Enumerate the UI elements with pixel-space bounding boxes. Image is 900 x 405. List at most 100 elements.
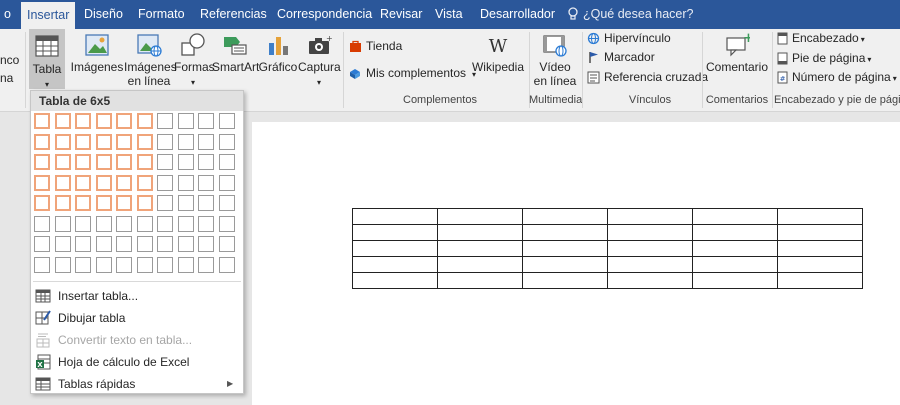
table-grid-cell[interactable] xyxy=(177,256,194,273)
table-grid-cell[interactable] xyxy=(75,174,91,191)
menu-item-insertar-tabla[interactable]: Insertar tabla... xyxy=(31,285,243,307)
table-grid-cell[interactable] xyxy=(54,236,71,252)
table-cell[interactable] xyxy=(777,272,863,289)
table-grid-cell[interactable] xyxy=(75,133,91,150)
tab-vista[interactable]: Vista xyxy=(435,0,463,29)
table-grid-cell[interactable] xyxy=(218,236,235,252)
table-grid-cell[interactable] xyxy=(177,133,194,150)
smartart-button[interactable]: SmartArt xyxy=(212,33,259,74)
table-grid-cell[interactable] xyxy=(218,154,235,170)
table-grid-cell[interactable] xyxy=(34,256,50,273)
table-grid-cell[interactable] xyxy=(218,215,235,232)
table-cell[interactable] xyxy=(522,272,608,289)
table-grid-cell[interactable] xyxy=(157,236,173,252)
table-grid-cell[interactable] xyxy=(75,154,91,170)
table-cell[interactable] xyxy=(522,240,608,257)
table-cell[interactable] xyxy=(352,256,438,273)
table-grid-cell[interactable] xyxy=(198,236,214,252)
tab-archivo[interactable]: o xyxy=(4,0,11,29)
table-cell[interactable] xyxy=(777,256,863,273)
table-grid-cell[interactable] xyxy=(116,174,132,191)
tab-desarrollador[interactable]: Desarrollador xyxy=(480,0,555,29)
table-cell[interactable] xyxy=(522,208,608,225)
table-grid-cell[interactable] xyxy=(157,215,173,232)
table-grid-cell[interactable] xyxy=(157,195,173,211)
table-grid-cell[interactable] xyxy=(34,215,50,232)
table-grid-cell[interactable] xyxy=(136,236,153,252)
table-grid-cell[interactable] xyxy=(95,256,112,273)
table-grid-cell[interactable] xyxy=(116,256,132,273)
table-cell[interactable] xyxy=(352,240,438,257)
table-grid-cell[interactable] xyxy=(95,133,112,150)
table-grid-cell[interactable] xyxy=(177,215,194,232)
mis-complementos-button[interactable]: Mis complementos ▾ xyxy=(349,64,476,82)
table-cell[interactable] xyxy=(777,240,863,257)
table-cell[interactable] xyxy=(352,224,438,241)
table-grid-cell[interactable] xyxy=(116,195,132,211)
table-cell[interactable] xyxy=(692,272,778,289)
table-grid-cell[interactable] xyxy=(54,174,71,191)
table-grid-cell[interactable] xyxy=(116,236,132,252)
table-grid-cell[interactable] xyxy=(136,215,153,232)
table-grid-cell[interactable] xyxy=(136,113,153,129)
table-grid-cell[interactable] xyxy=(116,154,132,170)
table-grid-cell[interactable] xyxy=(95,236,112,252)
table-grid-cell[interactable] xyxy=(136,174,153,191)
table-grid-cell[interactable] xyxy=(218,113,235,129)
table-grid-cell[interactable] xyxy=(34,133,50,150)
marcador-button[interactable]: Marcador xyxy=(587,48,655,66)
table-grid-cell[interactable] xyxy=(177,154,194,170)
tabla-button[interactable]: Tabla ▾ xyxy=(29,29,65,89)
numero-de-pagina-button[interactable]: # Número de página ▾ xyxy=(777,68,897,86)
table-cell[interactable] xyxy=(607,256,693,273)
table-grid-cell[interactable] xyxy=(95,174,112,191)
table-cell[interactable] xyxy=(777,208,863,225)
table-cell[interactable] xyxy=(522,256,608,273)
table-cell[interactable] xyxy=(692,240,778,257)
table-grid-cell[interactable] xyxy=(34,236,50,252)
table-cell[interactable] xyxy=(352,208,438,225)
imagenes-en-linea-button[interactable]: Imágenes en línea xyxy=(124,33,177,88)
table-cell[interactable] xyxy=(607,208,693,225)
table-grid-cell[interactable] xyxy=(54,195,71,211)
table-grid-cell[interactable] xyxy=(157,174,173,191)
tienda-button[interactable]: Tienda xyxy=(349,37,402,55)
table-size-grid[interactable] xyxy=(34,113,240,278)
table-cell[interactable] xyxy=(692,224,778,241)
document-table[interactable] xyxy=(352,208,863,289)
referencia-cruzada-button[interactable]: Referencia cruzada xyxy=(587,68,708,86)
table-grid-cell[interactable] xyxy=(218,174,235,191)
encabezado-button[interactable]: Encabezado ▾ xyxy=(777,29,865,47)
table-grid-cell[interactable] xyxy=(136,195,153,211)
table-grid-cell[interactable] xyxy=(34,195,50,211)
formas-button[interactable]: Formas ▾ xyxy=(174,33,215,90)
table-grid-cell[interactable] xyxy=(95,154,112,170)
table-grid-cell[interactable] xyxy=(34,154,50,170)
tab-insertar[interactable]: Insertar xyxy=(21,2,76,29)
table-grid-cell[interactable] xyxy=(177,113,194,129)
table-grid-cell[interactable] xyxy=(54,154,71,170)
table-grid-cell[interactable] xyxy=(75,256,91,273)
captura-button[interactable]: + Captura ▾ xyxy=(298,33,341,90)
table-grid-cell[interactable] xyxy=(177,236,194,252)
menu-item-hoja-excel[interactable]: X Hoja de cálculo de Excel xyxy=(31,351,243,373)
table-grid-cell[interactable] xyxy=(54,215,71,232)
table-grid-cell[interactable] xyxy=(75,195,91,211)
table-grid-cell[interactable] xyxy=(198,154,214,170)
table-grid-cell[interactable] xyxy=(95,215,112,232)
table-grid-cell[interactable] xyxy=(136,154,153,170)
table-cell[interactable] xyxy=(437,240,523,257)
table-grid-cell[interactable] xyxy=(218,133,235,150)
table-grid-cell[interactable] xyxy=(34,174,50,191)
wikipedia-button[interactable]: W Wikipedia xyxy=(470,33,526,74)
table-grid-cell[interactable] xyxy=(75,215,91,232)
table-grid-cell[interactable] xyxy=(75,113,91,129)
tab-revisar[interactable]: Revisar xyxy=(380,0,422,29)
table-grid-cell[interactable] xyxy=(157,113,173,129)
table-grid-cell[interactable] xyxy=(198,174,214,191)
table-grid-cell[interactable] xyxy=(177,174,194,191)
table-grid-cell[interactable] xyxy=(177,195,194,211)
table-grid-cell[interactable] xyxy=(54,113,71,129)
table-cell[interactable] xyxy=(607,272,693,289)
hipervinculo-button[interactable]: Hipervínculo xyxy=(587,29,671,47)
